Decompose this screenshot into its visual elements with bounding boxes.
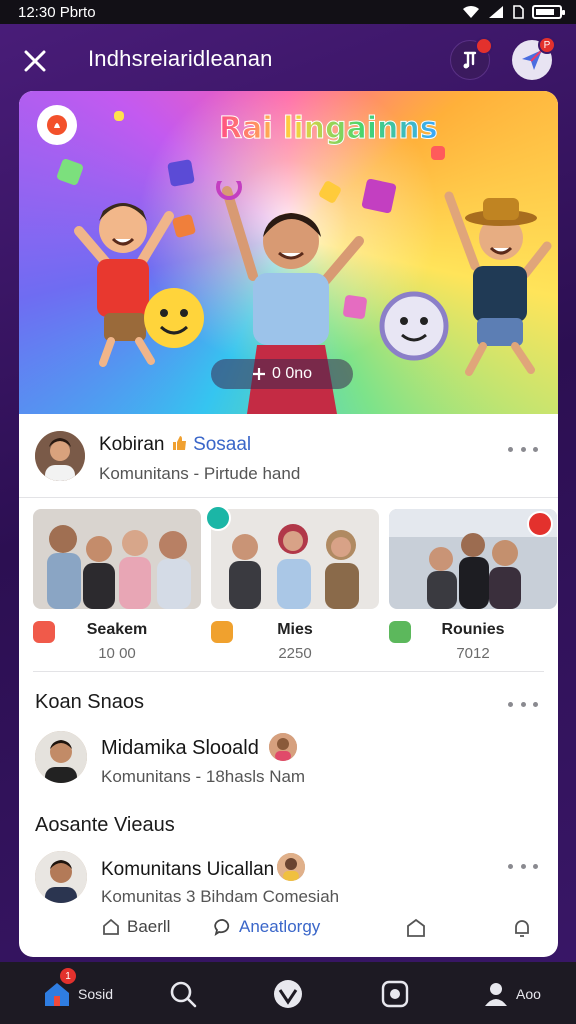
profile-icon — [485, 983, 507, 1006]
status-icons — [462, 5, 565, 19]
featured-name: Kobiran — [99, 434, 165, 455]
cartoon-boy-right — [444, 191, 552, 376]
section-title: Aosante Vieaus — [35, 814, 175, 836]
nav-item-media[interactable] — [380, 974, 410, 1014]
featured-community-row[interactable]: Kobiran Sosaal Komunitans - Pirtude hand — [19, 414, 558, 498]
mini-avatar — [277, 853, 305, 881]
more-options-button[interactable] — [508, 697, 538, 711]
photo-card-row: Seakem 10 00 Mies 2250 Rounies 7012 — [33, 505, 558, 674]
comment-button[interactable]: Aneatlorgy — [213, 917, 320, 937]
thumbs-up-icon — [172, 436, 186, 450]
like-icon — [407, 918, 425, 937]
hero-title: Rai lingainns — [219, 111, 439, 147]
hero-pill-button[interactable]: 0 0no — [211, 359, 353, 389]
photo-card-count: 10 00 — [98, 645, 136, 662]
send-button[interactable]: P — [512, 36, 556, 80]
mini-avatar — [269, 733, 297, 761]
community-icon — [274, 980, 302, 1008]
photo-card-name: Mies — [277, 621, 313, 638]
person-name-line: Komunitans Uicallan — [101, 859, 274, 881]
person-name: Komunitans Uicallan — [101, 859, 275, 880]
share-button[interactable]: Baerll — [101, 917, 170, 937]
music-notification-badge — [475, 37, 493, 55]
status-bar: 12:30 Pbrto — [0, 0, 576, 24]
nav-item-profile[interactable]: Aoo — [482, 974, 541, 1014]
confetti-decoration — [114, 111, 124, 121]
confetti-decoration — [431, 146, 445, 160]
more-options-button[interactable] — [508, 859, 538, 873]
content-card: Rai lingainns 0 0no Kobiran Sosaal Komun… — [19, 91, 558, 957]
nav-item-home[interactable]: 1 Sosid — [42, 968, 114, 1014]
group-photo — [211, 509, 379, 609]
chip-icon — [205, 505, 231, 531]
chat-bubble-icon — [214, 919, 230, 937]
send-notification-badge: P — [538, 36, 556, 54]
photo-card[interactable]: Seakem 10 00 — [33, 509, 201, 674]
hero-badge — [37, 105, 77, 145]
person-name-line: Midamika Slooald — [101, 737, 259, 760]
bottom-navigation: 1 Sosid Aoo — [0, 962, 576, 1024]
avatar — [35, 731, 87, 783]
share-label: Baerll — [127, 917, 171, 936]
nav-notification-badge: 1 — [60, 968, 76, 984]
post-action-bar: Baerll Aneatlorgy — [19, 909, 558, 951]
home-outline-icon — [103, 918, 119, 935]
group-photo — [33, 509, 201, 609]
close-button[interactable] — [18, 44, 52, 78]
signal-icon — [489, 6, 503, 18]
person-subtitle: Komunitans - 18hasls Nam — [101, 767, 306, 786]
music-button[interactable] — [450, 37, 493, 80]
wifi-icon — [463, 5, 479, 18]
comment-label: Aneatlorgy — [239, 917, 321, 936]
hero-pill-label: 0 0no — [271, 365, 313, 382]
nav-item-search[interactable] — [168, 974, 198, 1014]
status-time: 12:30 Pbrto — [18, 3, 96, 21]
search-icon — [170, 981, 197, 1008]
hero-banner[interactable]: Rai lingainns 0 0no — [19, 91, 558, 414]
featured-subtitle: Komunitans - Pirtude hand — [99, 464, 301, 483]
nav-home-label: Sosid — [78, 986, 114, 1002]
divider — [33, 671, 544, 672]
photo-card-count: 7012 — [456, 645, 490, 662]
section-title: Koan Snaos — [35, 691, 144, 713]
nav-profile-label: Aoo — [516, 986, 541, 1002]
photo-card[interactable]: Mies 2250 — [205, 505, 379, 674]
photo-card[interactable]: Rounies 7012 — [389, 509, 557, 674]
avatar — [35, 851, 87, 903]
more-options-button[interactable] — [508, 442, 538, 456]
page-title: Indhsreiaridleanan — [88, 46, 273, 71]
save-button[interactable] — [511, 917, 533, 939]
person-subtitle: Komunitas 3 Bihdam Comesiah — [101, 887, 340, 906]
media-icon — [381, 980, 409, 1008]
sim-icon — [513, 5, 524, 19]
app-header: Indhsreiaridleanan P — [0, 28, 576, 92]
featured-tag: Sosaal — [193, 434, 252, 455]
featured-name-line: Kobiran Sosaal — [99, 434, 251, 456]
nav-item-community[interactable] — [272, 974, 304, 1014]
photo-card-name: Seakem — [86, 621, 148, 638]
emoji-mascot — [144, 288, 204, 348]
chip-icon — [527, 511, 553, 537]
close-icon — [24, 50, 46, 72]
plus-icon — [252, 368, 265, 380]
like-button[interactable] — [405, 917, 427, 939]
person-name: Midamika Slooald — [101, 737, 259, 759]
avatar — [35, 431, 85, 481]
photo-card-count: 2250 — [278, 645, 312, 662]
photo-card-name: Rounies — [441, 621, 505, 638]
bell-icon — [515, 920, 529, 937]
battery-icon — [532, 5, 565, 19]
fire-icon — [47, 115, 67, 135]
